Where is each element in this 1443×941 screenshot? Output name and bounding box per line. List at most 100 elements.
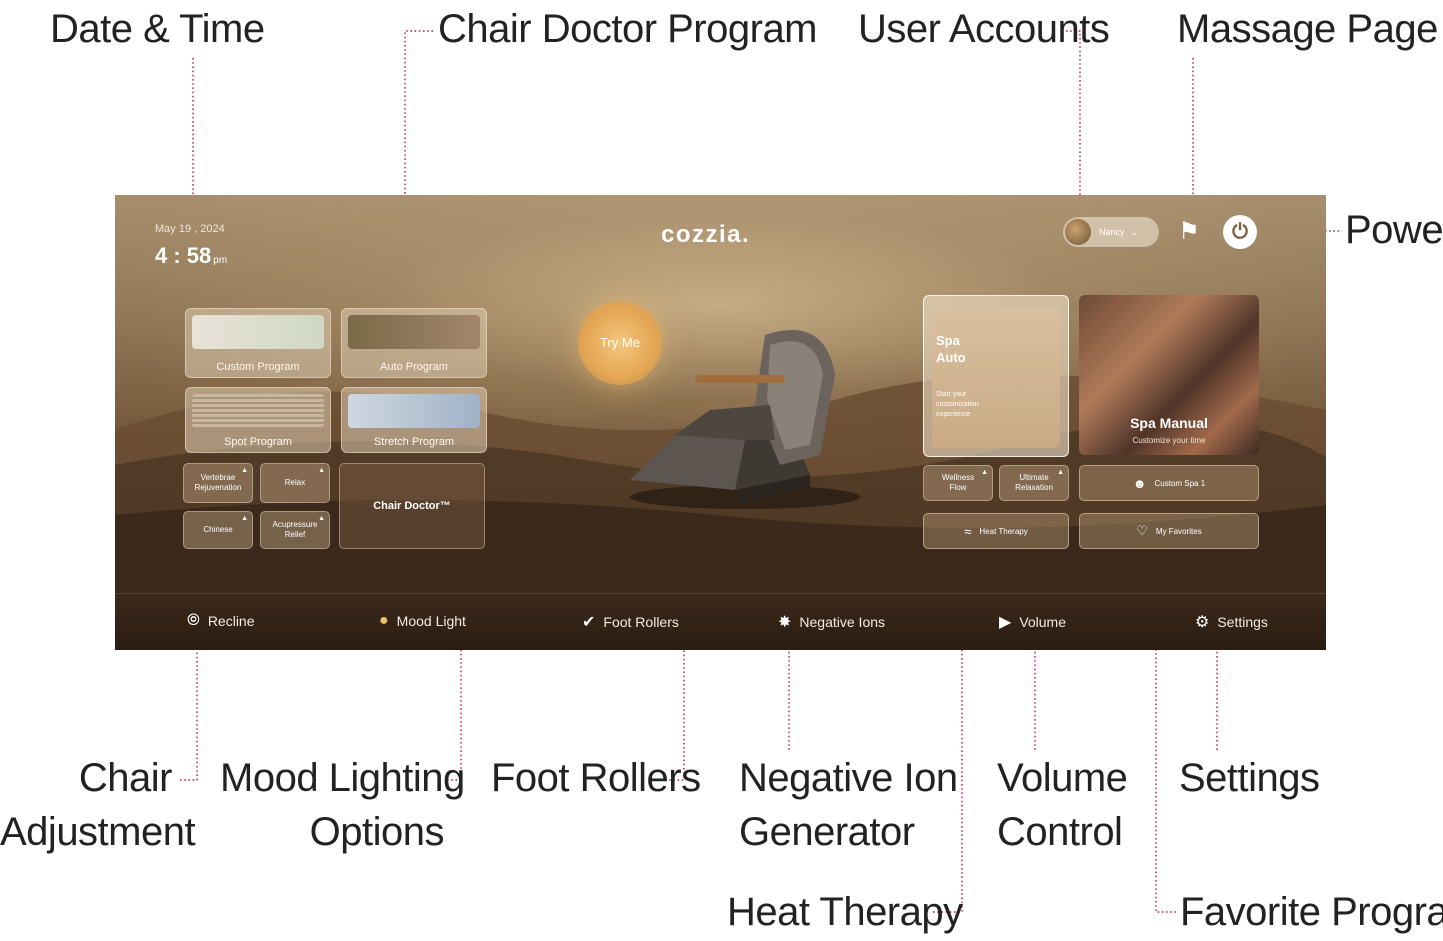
- spot-program-label: Spot Program: [224, 436, 292, 448]
- custom-program-card[interactable]: Custom Program: [185, 308, 331, 378]
- vertebrae-rejuvenation-button[interactable]: Vertebrae Rejuvenation ▲: [183, 463, 253, 503]
- spa-auto-card[interactable]: Spa Auto Start your customization experienc…: [923, 295, 1069, 457]
- massage-chair-screen: May 19 , 2024 4 : 58 pm cozzia. Nancy ⌄ ⚑…: [115, 195, 1326, 650]
- nav-recline[interactable]: ⦾ Recline: [187, 612, 255, 630]
- foot-icon: ✔: [582, 614, 596, 631]
- nav-volume-label: Volume: [1019, 614, 1067, 630]
- nav-foot-label: Foot Rollers: [603, 614, 679, 630]
- spa-auto-desc: Start your customization experience: [936, 391, 979, 418]
- time-ampm: pm: [213, 255, 228, 266]
- callout-chair-doctor-program: Chair Doctor Program: [438, 7, 818, 51]
- my-favorites-label: My Favorites: [1155, 526, 1202, 536]
- callout-power: Power: [1345, 208, 1443, 252]
- custom-spa-button[interactable]: ☻ Custom Spa 1: [1079, 465, 1259, 501]
- power-icon: ⏻: [1232, 221, 1248, 243]
- spark-icon: ▲: [981, 469, 988, 476]
- recline-icon: ⦾: [187, 612, 200, 629]
- callout-volume-line2: Control: [997, 810, 1123, 854]
- custom-spa-label: Custom Spa 1: [1154, 478, 1206, 488]
- spark-icon: ▲: [318, 467, 325, 474]
- time-display: 4 : 58 pm: [155, 243, 227, 269]
- spark-icon: ▲: [241, 467, 248, 474]
- heat-therapy-button[interactable]: ≈ Heat Therapy: [923, 513, 1069, 549]
- massage-chair-icon: ⚑: [1178, 218, 1200, 245]
- nav-settings[interactable]: ⚙ Settings: [1195, 612, 1268, 632]
- callout-settings: Settings: [1179, 756, 1320, 800]
- person-icon: ☻: [1132, 475, 1147, 491]
- ultimate-relaxation-button[interactable]: Ultimate Relaxation ▲: [999, 465, 1069, 501]
- nav-ions-label: Negative Ions: [799, 614, 886, 630]
- callout-mood-lighting-line2: Options: [309, 810, 445, 854]
- massage-page-button[interactable]: ⚑: [1169, 215, 1209, 249]
- spa-auto-inner: [932, 308, 1060, 448]
- callout-favorite-programs: Favorite Programs: [1180, 890, 1443, 934]
- callout-chair-adjustment: Chair Adjustment: [0, 751, 196, 859]
- callout-chair-adjustment-line2: Adjustment: [0, 810, 196, 854]
- power-button[interactable]: ⏻: [1223, 215, 1257, 249]
- callout-user-accounts: User Accounts: [858, 7, 1110, 51]
- massage-photo: [348, 315, 480, 349]
- chevron-down-icon: ⌄: [1130, 226, 1139, 237]
- nav-foot-rollers[interactable]: ✔ Foot Rollers: [582, 612, 679, 632]
- callout-volume-control: Volume Control: [997, 751, 1128, 859]
- spa-manual-card[interactable]: Spa Manual Customize your time: [1079, 295, 1259, 455]
- auto-program-label: Auto Program: [380, 361, 448, 373]
- callout-heat-therapy: Heat Therapy: [727, 890, 963, 934]
- spa-auto-title: Spa Auto: [936, 333, 966, 365]
- date-display: May 19 , 2024: [155, 223, 225, 235]
- spark-icon: ▲: [1057, 469, 1064, 476]
- callout-massage-page: Massage Page: [1177, 7, 1438, 51]
- custom-program-label: Custom Program: [216, 361, 300, 373]
- spot-graphic: [192, 394, 324, 428]
- stretch-program-label: Stretch Program: [373, 436, 455, 448]
- stretch-program-card[interactable]: Stretch Program: [341, 387, 487, 453]
- acupressure-label: Acupressure Relief: [272, 520, 318, 539]
- cozzia-logo: cozzia.: [661, 221, 751, 248]
- my-favorites-button[interactable]: ♡ My Favorites: [1079, 513, 1259, 549]
- chair-doctor-label: Chair Doctor™: [373, 500, 451, 512]
- leader-chair-adjustment: [180, 640, 198, 781]
- chinese-button[interactable]: Chinese ▲: [183, 511, 253, 549]
- nav-mood-light[interactable]: ● Mood Light: [379, 612, 466, 630]
- spot-program-card[interactable]: Spot Program: [185, 387, 331, 453]
- chair-doctor-button[interactable]: Chair Doctor™: [339, 463, 485, 549]
- heart-icon: ♡: [1136, 523, 1148, 538]
- vertebrae-label: Vertebrae Rejuvenation: [194, 473, 242, 492]
- leader-user-accounts: [1066, 30, 1081, 212]
- spa-manual-title: Spa Manual: [1130, 415, 1208, 431]
- spark-icon: ▲: [241, 515, 248, 522]
- relax-label: Relax: [284, 478, 306, 487]
- nav-settings-label: Settings: [1217, 614, 1268, 630]
- callout-negative-ion: Negative Ion Generator: [739, 751, 958, 859]
- callout-date-time: Date & Time: [50, 7, 265, 51]
- heat-therapy-label: Heat Therapy: [979, 526, 1028, 536]
- gear-icon: ⚙: [1195, 614, 1210, 631]
- spark-icon: ▲: [318, 515, 325, 522]
- wellness-label: Wellness Flow: [941, 473, 975, 492]
- callout-mood-lighting: Mood Lighting Options: [220, 751, 465, 859]
- nav-volume[interactable]: ▶ Volume: [999, 612, 1066, 632]
- massage-chair-illustration: [630, 330, 860, 509]
- bottom-nav-bar: ⦾ Recline ● Mood Light ✔ Foot Rollers ✸ …: [115, 593, 1326, 650]
- user-avatar: [1065, 219, 1091, 245]
- stretch-photo: [348, 394, 480, 428]
- plant-image: [192, 315, 324, 349]
- callout-chair-adjustment-line1: Chair: [78, 756, 173, 800]
- speaker-icon: ▶: [999, 614, 1012, 631]
- chinese-label: Chinese: [203, 525, 233, 534]
- relax-button[interactable]: Relax ▲: [260, 463, 330, 503]
- nav-recline-label: Recline: [207, 613, 255, 629]
- ion-icon: ✸: [778, 614, 792, 631]
- nav-mood-label: Mood Light: [396, 613, 466, 629]
- callout-mood-lighting-line1: Mood Lighting: [220, 756, 465, 800]
- callout-volume-line1: Volume: [997, 756, 1128, 800]
- nav-negative-ions[interactable]: ✸ Negative Ions: [778, 612, 885, 632]
- user-account-selector[interactable]: Nancy ⌄: [1063, 217, 1159, 247]
- acupressure-relief-button[interactable]: Acupressure Relief ▲: [260, 511, 330, 549]
- callout-foot-rollers: Foot Rollers: [491, 756, 701, 800]
- auto-program-card[interactable]: Auto Program: [341, 308, 487, 378]
- spa-manual-desc: Customize your time: [1132, 436, 1206, 445]
- ultimate-label: Ultimate Relaxation: [1015, 473, 1053, 492]
- wellness-flow-button[interactable]: Wellness Flow ▲: [923, 465, 993, 501]
- user-name: Nancy: [1099, 227, 1125, 237]
